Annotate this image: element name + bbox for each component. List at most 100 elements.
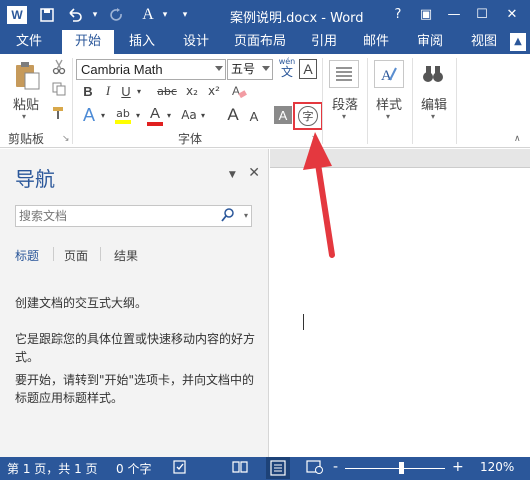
- zoom-out-button[interactable]: -: [333, 459, 338, 475]
- clipboard-launcher-icon[interactable]: ↘: [62, 134, 70, 144]
- nav-tab-separator: [53, 247, 54, 261]
- underline-dropdown-icon[interactable]: ▾: [134, 82, 144, 100]
- character-border-icon[interactable]: A: [299, 59, 317, 79]
- clear-formatting-icon[interactable]: A: [230, 82, 248, 100]
- tab-mailings[interactable]: 邮件: [356, 30, 396, 54]
- superscript-button[interactable]: x²: [204, 82, 224, 100]
- read-mode-icon[interactable]: [232, 459, 248, 478]
- status-bar: 第 1 页，共 1 页 0 个字 - + 120%: [0, 457, 530, 480]
- styles-dropdown-icon[interactable]: ▾: [386, 112, 390, 121]
- minimize-button[interactable]: —: [442, 4, 466, 26]
- italic-button[interactable]: I: [100, 82, 116, 100]
- tab-review[interactable]: 审阅: [410, 30, 450, 54]
- chevron-down-icon[interactable]: [262, 66, 270, 71]
- search-icon[interactable]: [221, 207, 235, 229]
- text-effects-dropdown-icon[interactable]: ▾: [98, 104, 108, 126]
- shrink-font-icon[interactable]: A: [246, 106, 262, 126]
- subscript-button[interactable]: x₂: [182, 82, 202, 100]
- styles-icon[interactable]: A: [374, 60, 404, 88]
- zoom-level[interactable]: 120%: [480, 460, 514, 474]
- nav-help-line-3: 要开始，请转到"开始"选项卡，并向文档中的标题应用标题样式。: [15, 373, 255, 405]
- tab-file[interactable]: 文件: [0, 30, 58, 54]
- print-layout-icon[interactable]: [266, 457, 290, 479]
- word-logo-icon[interactable]: W: [7, 6, 27, 24]
- undo-dropdown-icon[interactable]: ▾: [86, 6, 104, 24]
- underline-button[interactable]: U: [118, 82, 134, 100]
- font-launcher-icon[interactable]: ↘: [311, 134, 319, 144]
- zoom-slider[interactable]: [345, 468, 445, 469]
- word-count[interactable]: 0 个字: [116, 460, 151, 477]
- format-painter-icon[interactable]: [50, 104, 68, 122]
- search-dropdown-icon[interactable]: ▾: [244, 206, 248, 226]
- paragraph-dropdown-icon[interactable]: ▾: [342, 112, 346, 121]
- ribbon-tab-bar: 文件 开始 插入 设计 页面布局 引用 邮件 审阅 视图 ▲: [0, 30, 530, 54]
- paste-dropdown-icon[interactable]: ▾: [22, 112, 26, 121]
- tab-home[interactable]: 开始: [62, 30, 114, 54]
- document-page[interactable]: [270, 167, 530, 457]
- font-size-combo[interactable]: 五号: [227, 59, 273, 80]
- text-cursor: [303, 314, 304, 330]
- save-icon[interactable]: [38, 6, 56, 24]
- ribbon-separator: [412, 58, 413, 144]
- grow-font-icon[interactable]: A: [224, 104, 242, 126]
- customize-quick-access-icon[interactable]: ▾: [176, 6, 194, 24]
- collapse-ribbon-icon[interactable]: ∧: [514, 134, 521, 144]
- close-icon[interactable]: ✕: [248, 165, 260, 181]
- scroll-tabs-icon[interactable]: ▲: [510, 33, 526, 51]
- svg-text:A: A: [232, 84, 240, 98]
- tab-references[interactable]: 引用: [304, 30, 344, 54]
- close-button[interactable]: ✕: [500, 4, 524, 26]
- help-button[interactable]: ?: [386, 4, 410, 26]
- zoom-in-button[interactable]: +: [452, 459, 464, 475]
- editing-label[interactable]: 编辑: [421, 94, 447, 113]
- paragraph-icon[interactable]: [329, 60, 359, 88]
- font-style-dropdown-icon[interactable]: ▾: [156, 6, 174, 24]
- ribbon-separator: [322, 58, 323, 144]
- paste-label[interactable]: 粘贴: [13, 94, 39, 113]
- font-name-combo[interactable]: Cambria Math: [76, 59, 226, 80]
- ribbon-separator: [367, 58, 368, 144]
- title-bar: W ▾ A ▾ ▾ 案例说明.docx - Word ? ▣ — ☐ ✕: [0, 0, 530, 30]
- tab-view[interactable]: 视图: [464, 30, 504, 54]
- paste-icon[interactable]: [12, 60, 42, 92]
- proofing-icon[interactable]: [172, 459, 188, 478]
- strikethrough-button[interactable]: abc: [154, 82, 180, 100]
- undo-icon[interactable]: [66, 6, 84, 24]
- nav-tab-results[interactable]: 结果: [114, 247, 138, 264]
- bold-button[interactable]: B: [80, 82, 96, 100]
- redo-icon[interactable]: [108, 6, 126, 24]
- tab-page-layout[interactable]: 页面布局: [228, 30, 292, 54]
- document-area[interactable]: [270, 149, 530, 457]
- zoom-slider-thumb[interactable]: [399, 462, 404, 474]
- paragraph-label[interactable]: 段落: [332, 94, 358, 113]
- page-count[interactable]: 第 1 页，共 1 页: [7, 460, 98, 477]
- search-input[interactable]: 搜索文档 ▾: [15, 205, 252, 227]
- tab-insert[interactable]: 插入: [120, 30, 164, 54]
- tab-design[interactable]: 设计: [174, 30, 218, 54]
- ribbon-home: 粘贴 ▾ 剪贴板 ↘ Cambria Math 五号 wén 文 A B I U…: [0, 54, 530, 148]
- binoculars-icon[interactable]: [420, 60, 446, 88]
- change-case-dropdown-icon[interactable]: ▾: [198, 104, 208, 126]
- text-effects-icon[interactable]: A: [80, 104, 98, 126]
- nav-tab-headings[interactable]: 标题: [15, 247, 39, 264]
- ribbon-display-options-button[interactable]: ▣: [414, 4, 438, 26]
- highlight-dropdown-icon[interactable]: ▾: [133, 104, 143, 126]
- highlight-color-icon[interactable]: ab: [113, 104, 133, 126]
- font-color-icon[interactable]: A: [146, 104, 164, 126]
- nav-options-icon[interactable]: ▼: [229, 170, 236, 180]
- cut-icon[interactable]: [50, 58, 68, 76]
- change-case-icon[interactable]: Aa: [180, 104, 198, 126]
- phonetic-guide-icon[interactable]: wén 文: [277, 57, 297, 81]
- character-shading-icon[interactable]: A: [274, 106, 292, 124]
- font-name-value: Cambria Math: [81, 62, 163, 77]
- copy-icon[interactable]: [50, 80, 68, 98]
- chevron-down-icon[interactable]: [215, 66, 223, 71]
- nav-tab-pages[interactable]: 页面: [64, 247, 88, 264]
- maximize-button[interactable]: ☐: [470, 4, 494, 26]
- navigation-pane: 导航 ▼ ✕ 搜索文档 ▾ 标题 页面 结果 创建文档的交互式大纲。 它是跟踪您…: [0, 149, 269, 457]
- ribbon-separator: [456, 58, 457, 144]
- web-layout-icon[interactable]: [306, 459, 324, 478]
- styles-label[interactable]: 样式: [376, 94, 402, 113]
- font-color-dropdown-icon[interactable]: ▾: [164, 104, 174, 126]
- editing-dropdown-icon[interactable]: ▾: [431, 112, 435, 121]
